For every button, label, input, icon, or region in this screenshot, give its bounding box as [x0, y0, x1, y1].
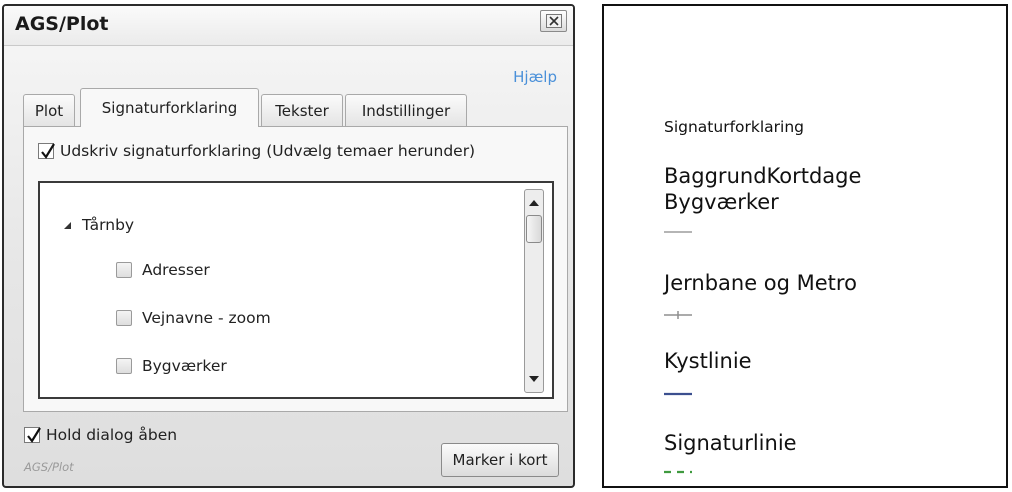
- checkmark-icon: [41, 143, 55, 159]
- arrow-up-icon: [529, 200, 539, 206]
- close-button[interactable]: [540, 10, 567, 32]
- layer-checkbox[interactable]: [116, 262, 132, 278]
- legend-label-baggrund: BaggrundKortdage Bygværker: [664, 164, 862, 214]
- tab-plot[interactable]: Plot: [23, 94, 75, 126]
- dialog-titlebar[interactable]: AGS/Plot: [4, 6, 573, 46]
- checkmark-icon: [27, 427, 41, 443]
- tab-indstillinger[interactable]: Indstillinger: [345, 94, 467, 126]
- scroll-up-button[interactable]: [525, 193, 543, 213]
- gray-line-symbol: [664, 231, 692, 233]
- expand-triangle-icon[interactable]: [62, 220, 72, 230]
- hold-dialog-checkbox[interactable]: [24, 427, 41, 443]
- tree-item-label: Bygværker: [142, 357, 227, 375]
- hold-dialog-row[interactable]: Hold dialog åben: [24, 426, 177, 444]
- print-legend-checkbox[interactable]: [38, 143, 55, 159]
- legend-label-jernbane: Jernbane og Metro: [664, 271, 857, 295]
- print-legend-row[interactable]: Udskriv signaturforklaring (Udvælg temae…: [38, 142, 475, 160]
- close-icon: [545, 14, 562, 28]
- tab-signaturforklaring[interactable]: Signaturforklaring: [80, 88, 259, 127]
- solid-line-symbol: [664, 392, 692, 396]
- scroll-thumb[interactable]: [526, 215, 542, 243]
- dashed-line-symbol: [664, 470, 692, 474]
- marker-in-map-button[interactable]: Marker i kort: [441, 443, 559, 477]
- legend-preview: Signaturforklaring BaggrundKortdage Bygv…: [602, 4, 1008, 488]
- print-legend-label: Udskriv signaturforklaring (Udvælg temae…: [60, 142, 476, 160]
- legend-heading: Signaturforklaring: [664, 118, 805, 136]
- arrow-down-icon: [529, 376, 539, 382]
- rail-line-symbol: [664, 311, 692, 319]
- plot-dialog: AGS/Plot Hjælp Plot Signaturforklaring T…: [2, 4, 575, 488]
- layer-tree: Tårnby Adresser Vejnavne - zoom Bygværke…: [38, 181, 554, 399]
- footer-label: AGS/Plot: [24, 460, 74, 474]
- hold-dialog-label: Hold dialog åben: [46, 426, 178, 444]
- legend-tab-panel: Udskriv signaturforklaring (Udvælg temae…: [23, 126, 568, 412]
- layer-checkbox[interactable]: [116, 310, 132, 326]
- dialog-title: AGS/Plot: [15, 13, 109, 35]
- legend-label-signaturlinie: Signaturlinie: [664, 431, 797, 455]
- tree-group-taarnby[interactable]: Tårnby: [62, 216, 134, 234]
- tree-item-label: Adresser: [142, 261, 210, 279]
- legend-label-kystlinie: Kystlinie: [664, 349, 752, 373]
- help-link[interactable]: Hjælp: [513, 68, 557, 86]
- tree-scrollbar[interactable]: [524, 189, 544, 393]
- tree-group-label: Tårnby: [82, 216, 135, 234]
- tree-item-label: Vejnavne - zoom: [142, 309, 271, 327]
- scroll-down-button[interactable]: [525, 369, 543, 389]
- tree-item-vejnavne[interactable]: Vejnavne - zoom: [116, 309, 271, 327]
- layer-checkbox[interactable]: [116, 358, 132, 374]
- tab-tekster[interactable]: Tekster: [261, 94, 343, 126]
- tree-item-bygvaerker[interactable]: Bygværker: [116, 357, 227, 375]
- tree-item-adresser[interactable]: Adresser: [116, 261, 210, 279]
